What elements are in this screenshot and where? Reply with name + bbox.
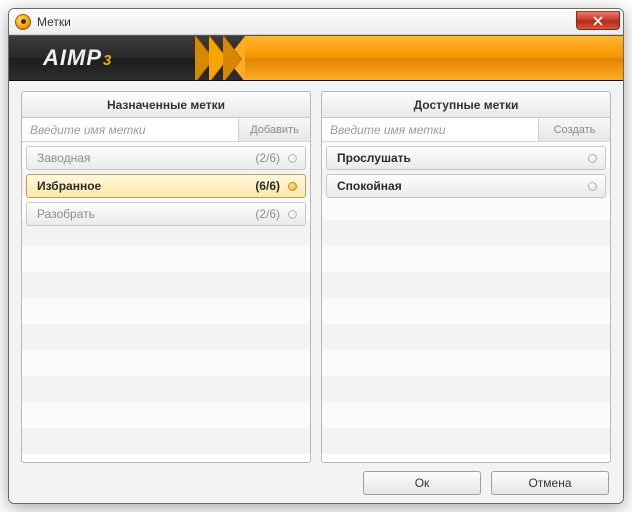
assigned-tags-panel: Назначенные метки Добавить Заводная (2/6… <box>21 91 311 463</box>
assigned-tags-list: Заводная (2/6) Избранное (6/6) Разобрать… <box>22 142 310 462</box>
tag-label: Заводная <box>37 151 255 165</box>
tag-row[interactable]: Избранное (6/6) <box>26 174 306 198</box>
tag-row[interactable]: Прослушать <box>326 146 606 170</box>
app-icon <box>15 14 31 30</box>
titlebar: Метки <box>9 9 623 35</box>
radio-icon <box>288 210 297 219</box>
assigned-tags-header: Назначенные метки <box>22 92 310 118</box>
tags-dialog: Метки AIMP3 Назначенные метки Добавить <box>8 8 624 504</box>
tag-row[interactable]: Заводная (2/6) <box>26 146 306 170</box>
available-tags-header: Доступные метки <box>322 92 610 118</box>
create-button[interactable]: Создать <box>538 118 610 141</box>
tag-row[interactable]: Разобрать (2/6) <box>26 202 306 226</box>
available-tags-list: Прослушать Спокойная <box>322 142 610 462</box>
brand-banner: AIMP3 <box>9 35 623 81</box>
available-tags-panel: Доступные метки Создать Прослушать <box>321 91 611 463</box>
radio-icon <box>288 182 297 191</box>
tag-label: Прослушать <box>337 151 588 165</box>
ok-button[interactable]: Ок <box>363 471 481 495</box>
radio-icon <box>588 154 597 163</box>
tag-count: (2/6) <box>255 207 280 221</box>
content-area: Назначенные метки Добавить Заводная (2/6… <box>9 81 623 503</box>
window-title: Метки <box>37 15 71 29</box>
tag-row[interactable]: Спокойная <box>326 174 606 198</box>
assigned-tag-input[interactable] <box>22 118 238 141</box>
tag-count: (6/6) <box>255 179 280 193</box>
chevron-icon <box>199 36 241 80</box>
tag-label: Избранное <box>37 179 255 193</box>
tag-count: (2/6) <box>255 151 280 165</box>
close-icon <box>593 16 603 26</box>
cancel-button[interactable]: Отмена <box>491 471 609 495</box>
close-button[interactable] <box>576 11 620 30</box>
tag-label: Разобрать <box>37 207 255 221</box>
add-button[interactable]: Добавить <box>238 118 310 141</box>
radio-icon <box>288 154 297 163</box>
tag-label: Спокойная <box>337 179 588 193</box>
brand-logo: AIMP3 <box>43 45 112 71</box>
radio-icon <box>588 182 597 191</box>
dialog-footer: Ок Отмена <box>21 471 611 495</box>
available-tag-input[interactable] <box>322 118 538 141</box>
